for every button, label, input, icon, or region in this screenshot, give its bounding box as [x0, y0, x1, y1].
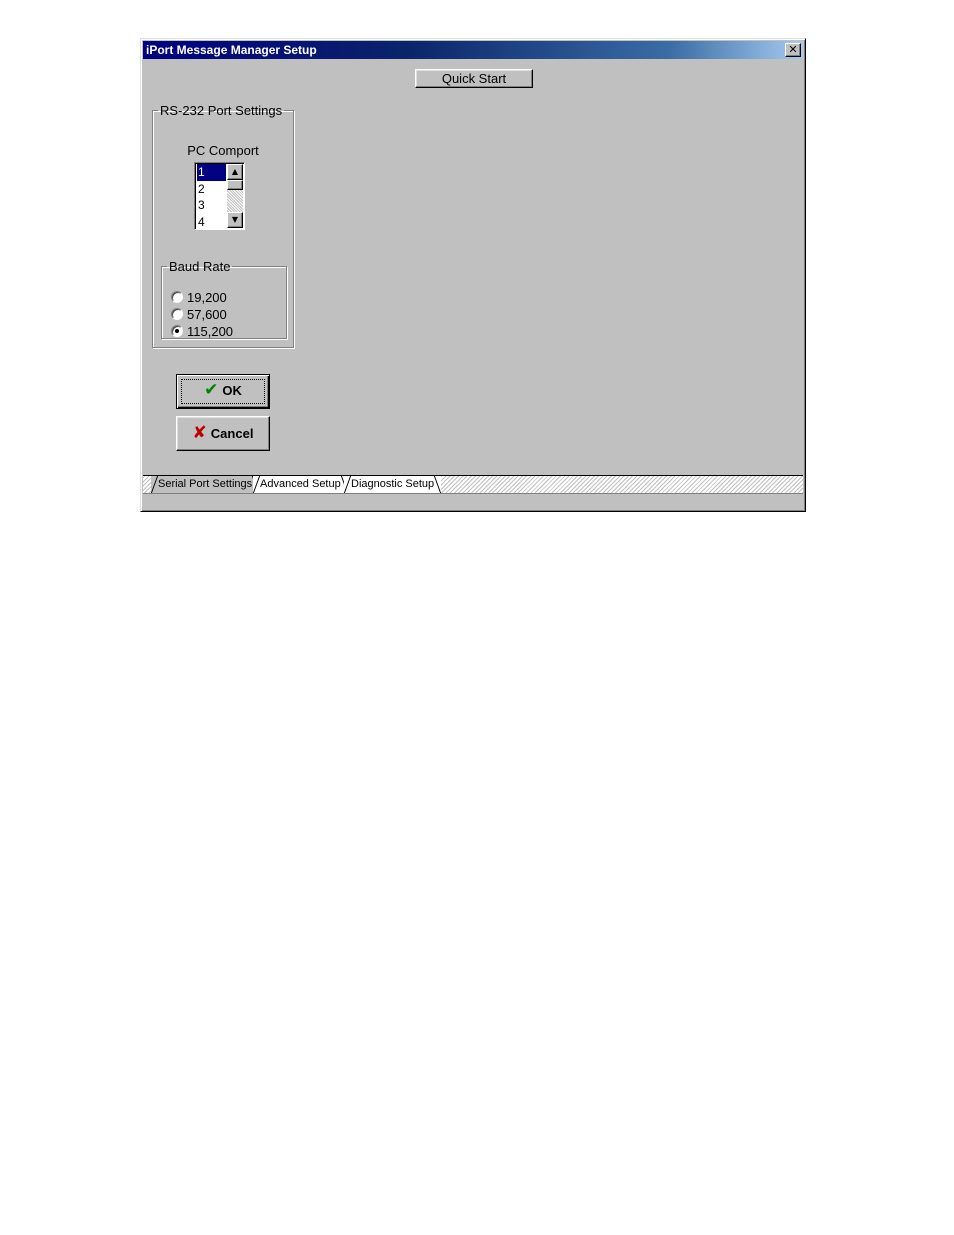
- status-area: [143, 495, 803, 510]
- baud-option-115200[interactable]: 115,200: [171, 324, 233, 340]
- baud-option-label: 115,200: [187, 324, 234, 339]
- tab-serial-port-settings[interactable]: Serial Port Settings: [151, 476, 260, 493]
- close-button[interactable]: ✕: [785, 43, 801, 57]
- title-bar[interactable]: iPort Message Manager Setup ✕: [143, 41, 803, 59]
- comport-list: 1 2 3 4: [195, 163, 226, 230]
- window-title: iPort Message Manager Setup: [146, 43, 317, 57]
- pc-comport-label: PC Comport: [187, 143, 259, 158]
- baud-option-57600[interactable]: 57,600: [171, 307, 227, 323]
- comport-item[interactable]: 4: [197, 214, 226, 230]
- rs232-port-settings-group: RS-232 Port Settings PC Comport 1 2 3 4 …: [152, 103, 294, 348]
- x-icon: ✘: [192, 423, 207, 443]
- radio-button-checked[interactable]: [171, 325, 183, 337]
- close-icon: ✕: [788, 43, 798, 56]
- focus-rect: [181, 379, 265, 404]
- tab-diagnostic-setup[interactable]: Diagnostic Setup: [344, 476, 442, 493]
- tab-advanced-setup[interactable]: Advanced Setup: [253, 476, 348, 493]
- quick-start-button[interactable]: Quick Start: [415, 69, 533, 88]
- baud-option-label: 19,200: [187, 290, 227, 305]
- cancel-button[interactable]: ✘ Cancel: [176, 416, 270, 451]
- comport-item[interactable]: 3: [197, 197, 226, 214]
- comport-item[interactable]: 1: [197, 164, 226, 181]
- arrow-down-icon: ▼: [231, 215, 239, 224]
- radio-button[interactable]: [171, 308, 183, 320]
- baud-option-label: 57,600: [187, 307, 227, 322]
- comport-listbox[interactable]: 1 2 3 4 ▲ ▼: [194, 162, 245, 230]
- baud-rate-group: Baud Rate 19,200 57,600 115,200: [161, 259, 287, 339]
- radio-button[interactable]: [171, 291, 183, 303]
- scroll-down-button[interactable]: ▼: [227, 212, 243, 228]
- rs232-group-legend: RS-232 Port Settings: [160, 103, 283, 118]
- cancel-label: Cancel: [210, 426, 254, 441]
- baud-group-legend: Baud Rate: [169, 259, 231, 274]
- ok-button[interactable]: ✔ OK: [176, 374, 270, 409]
- scroll-up-button[interactable]: ▲: [227, 164, 243, 180]
- comport-item[interactable]: 2: [197, 181, 226, 198]
- setup-window: iPort Message Manager Setup ✕ Quick Star…: [140, 38, 806, 512]
- tab-strip: Serial Port Settings Advanced Setup Diag…: [143, 476, 803, 494]
- comport-scrollbar[interactable]: ▲ ▼: [227, 164, 243, 228]
- arrow-up-icon: ▲: [231, 167, 239, 176]
- scroll-thumb[interactable]: [227, 180, 243, 190]
- baud-option-19200[interactable]: 19,200: [171, 290, 227, 306]
